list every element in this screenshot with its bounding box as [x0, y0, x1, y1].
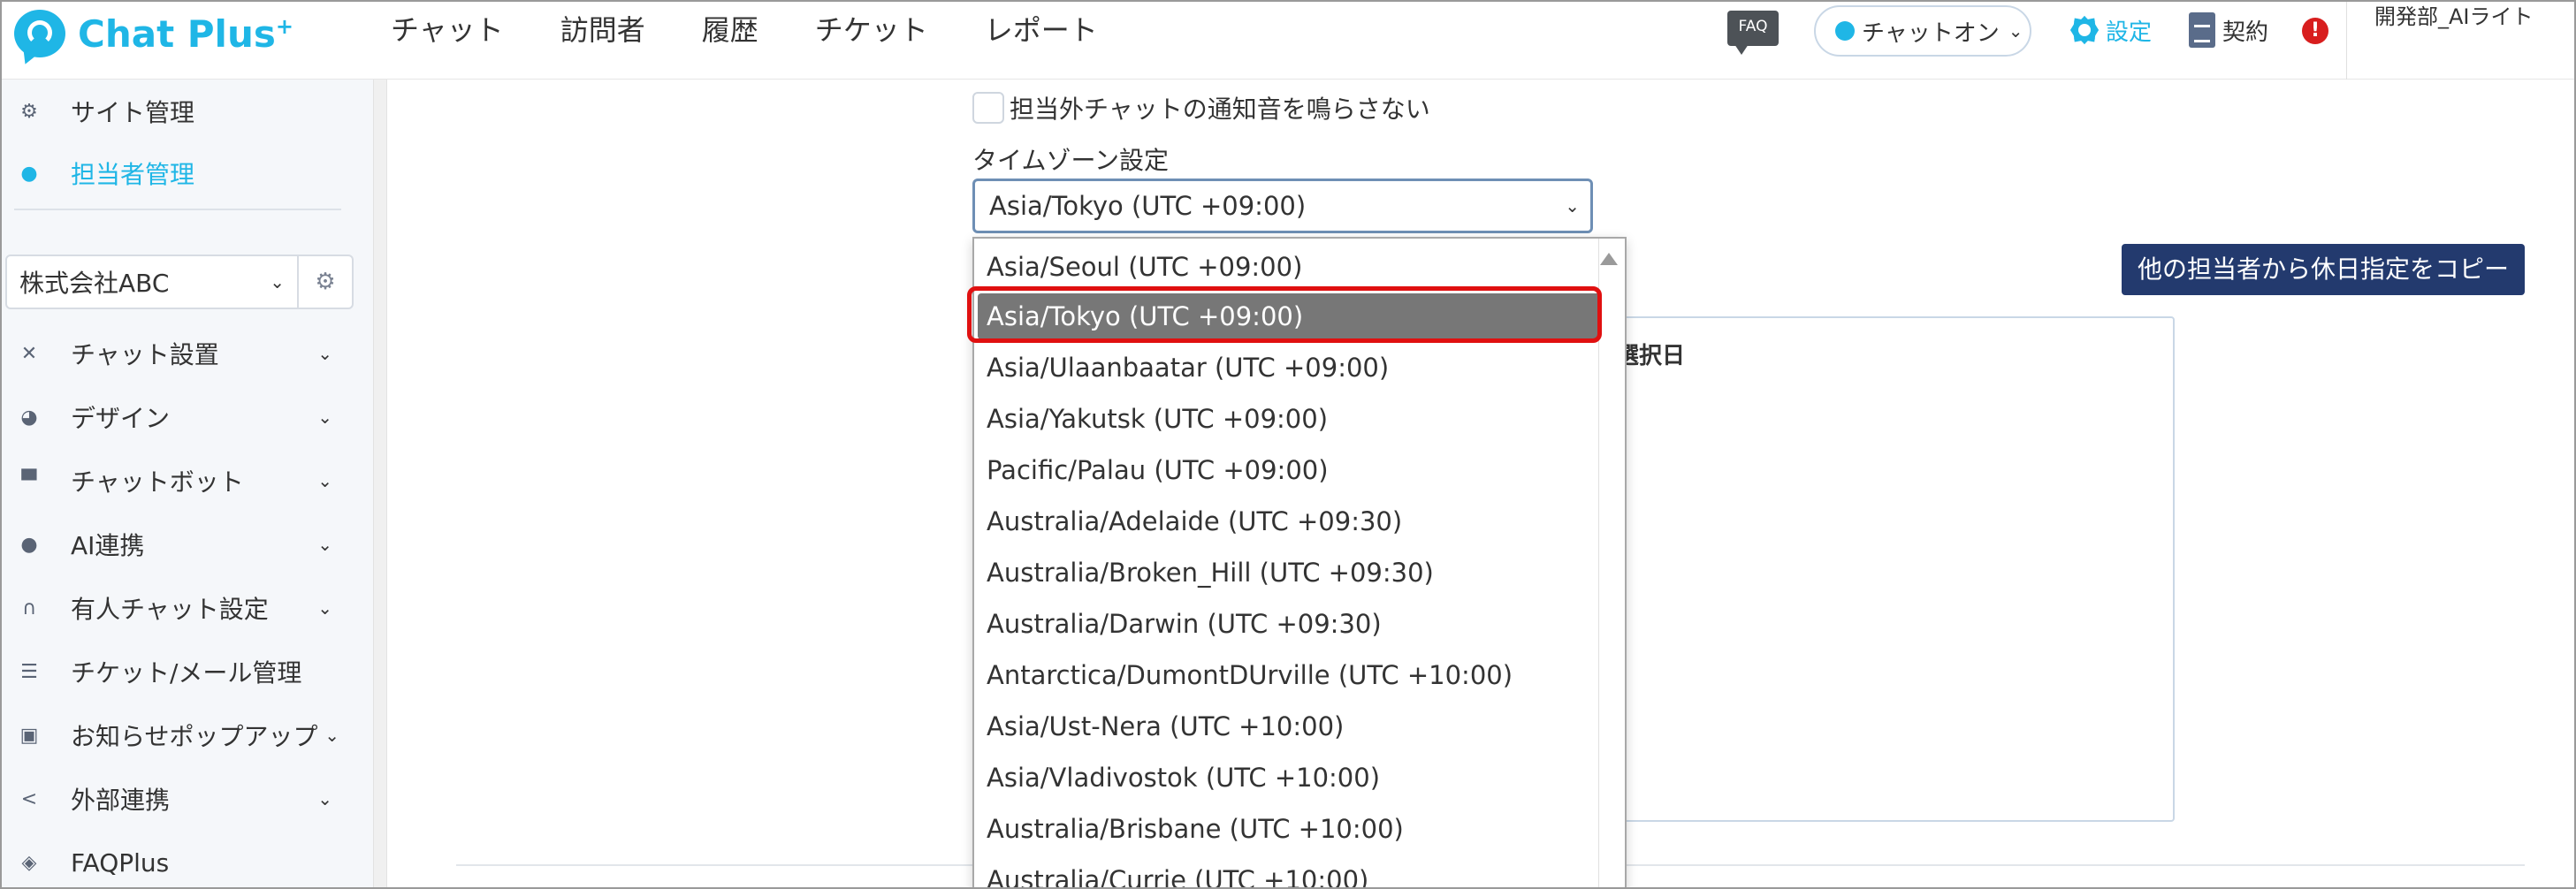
copy-holidays-button[interactable]: 他の担当者から休日指定をコピー [2122, 244, 2525, 295]
headset-icon: ∩ [21, 596, 37, 619]
scroll-up-arrow-icon[interactable] [1600, 253, 1618, 265]
faq-shield-icon: ◈ [21, 851, 37, 874]
nav-chat[interactable]: チャット [391, 9, 504, 51]
sidebar-item-label: 外部連携 [71, 786, 171, 815]
user-menu[interactable]: 開発部_AIライト [2374, 4, 2560, 30]
timezone-option[interactable]: Australia/Currie (UTC +10:00) [987, 857, 1368, 887]
timezone-option[interactable]: Asia/Yakutsk (UTC +09:00) [987, 396, 1328, 442]
timezone-select-value: Asia/Tokyo (UTC +09:00) [989, 191, 1307, 221]
chevron-down-icon: ⌄ [324, 725, 339, 746]
sidebar-item-live-chat-settings[interactable]: ∩ 有人チャット設定 ⌄ [2, 581, 364, 634]
company-select-value: 株式会社ABC [19, 269, 170, 298]
user-gear-icon: ● [20, 162, 38, 185]
chevron-down-icon: ⌄ [270, 271, 285, 293]
company-select[interactable]: 株式会社ABC ⌄ [5, 255, 299, 309]
sidebar-item-label: チャットボット [71, 467, 244, 497]
mute-notification-label: 担当外チャットの通知音を鳴らさない [1010, 95, 1430, 124]
sidebar-item-agent-management[interactable]: ● 担当者管理 [2, 147, 364, 200]
status-dot-icon [1835, 21, 1855, 41]
sidebar-item-label: チケット/メール管理 [71, 658, 302, 688]
sidebar-divider [14, 209, 341, 210]
logo-plus: + [275, 13, 293, 39]
sidebar: ⚙ サイト管理 ● 担当者管理 株式会社ABC ⌄ ⚙ ✕ チャット設置 ⌄ ◕… [2, 80, 373, 887]
sidebar-item-site-management[interactable]: ⚙ サイト管理 [2, 85, 364, 138]
company-settings-gear-icon[interactable]: ⚙ [299, 255, 354, 309]
holiday-calendar-panel [1620, 316, 2175, 822]
chevron-down-icon: ⌄ [317, 597, 332, 619]
sidebar-item-ticket-mail[interactable]: ☰ チケット/メール管理 [2, 645, 364, 698]
timezone-option[interactable]: Asia/Ust-Nera (UTC +10:00) [987, 703, 1344, 749]
settings-label: 設定 [2106, 19, 2153, 46]
contract-link[interactable]: 契約 [2189, 12, 2268, 48]
share-icon: < [20, 787, 38, 810]
sidebar-scrollbar[interactable] [373, 80, 387, 887]
chevron-down-icon: ⌄ [317, 407, 332, 428]
nav-history[interactable]: 履歴 [702, 9, 758, 51]
mute-notification-checkbox[interactable] [972, 92, 1004, 124]
brain-icon: ● [20, 533, 38, 556]
selected-option-highlight [967, 286, 1602, 343]
timezone-option[interactable]: Australia/Adelaide (UTC +09:30) [987, 498, 1402, 544]
timezone-label: タイムゾーン設定 [972, 146, 1170, 175]
chat-status-label: チャットオン [1862, 19, 2000, 47]
nav-visitors[interactable]: 訪問者 [560, 9, 645, 51]
timezone-option[interactable]: Asia/Seoul (UTC +09:00) [987, 244, 1302, 290]
list-icon: ☰ [20, 660, 38, 683]
contract-label: 契約 [2222, 19, 2269, 46]
sidebar-item-label: 担当者管理 [71, 160, 195, 189]
sidebar-item-chatbot[interactable]: ▀ チャットボット ⌄ [2, 454, 364, 507]
sidebar-item-faqplus[interactable]: ◈ FAQPlus [2, 836, 364, 887]
sidebar-item-label: サイト管理 [71, 98, 195, 127]
timezone-option[interactable]: Australia/Darwin (UTC +09:30) [987, 601, 1382, 647]
sidebar-item-label: お知らせポップアップ [71, 722, 318, 751]
sidebar-item-label: FAQPlus [71, 847, 170, 878]
nav-tickets[interactable]: チケット [815, 9, 928, 51]
chatplus-logo[interactable]: Chat Plus+ [14, 7, 293, 60]
sidebar-item-label: デザイン [71, 404, 171, 433]
sidebar-item-ai-integration[interactable]: ● AI連携 ⌄ [2, 518, 364, 571]
chevron-down-icon: ⌄ [317, 534, 332, 555]
sidebar-item-external-integration[interactable]: < 外部連携 ⌄ [2, 772, 364, 825]
sidebar-item-label: AI連携 [71, 531, 145, 560]
timezone-select[interactable]: Asia/Tokyo (UTC +09:00) ⌄ [972, 179, 1593, 233]
chevron-down-icon: ⌄ [317, 343, 332, 364]
sidebar-item-notice-popup[interactable]: ▣ お知らせポップアップ ⌄ [2, 709, 364, 762]
popup-icon: ▣ [19, 724, 39, 747]
timezone-option[interactable]: Australia/Brisbane (UTC +10:00) [987, 806, 1404, 852]
nav-reports[interactable]: レポート [985, 9, 1098, 51]
timezone-option[interactable]: Asia/Ulaanbaatar (UTC +09:00) [987, 345, 1389, 391]
sidebar-item-label: チャット設置 [71, 340, 219, 369]
dropdown-scrollbar[interactable] [1598, 239, 1623, 887]
timezone-option[interactable]: Pacific/Palau (UTC +09:00) [987, 447, 1329, 493]
chevron-down-icon: ⌄ [1565, 195, 1580, 217]
timezone-option[interactable]: Antarctica/DumontDUrville (UTC +10:00) [987, 652, 1513, 698]
mute-notification-option[interactable]: 担当外チャットの通知音を鳴らさない [972, 90, 1430, 125]
sidebar-item-design[interactable]: ◕ デザイン ⌄ [2, 391, 364, 444]
header-divider [2346, 2, 2347, 80]
settings-link[interactable]: 設定 [2067, 12, 2152, 48]
timezone-option[interactable]: Asia/Vladivostok (UTC +10:00) [987, 755, 1380, 801]
document-icon [2189, 12, 2215, 48]
gear-icon [2067, 12, 2102, 48]
gear-icon: ⚙ [20, 100, 38, 123]
chevron-down-icon: ⌄ [2008, 20, 2023, 42]
app-window: Chat Plus+ チャット 訪問者 履歴 チケット レポート FAQ チャッ… [0, 0, 2576, 889]
timezone-option[interactable]: Australia/Broken_Hill (UTC +09:30) [987, 550, 1434, 596]
logo-bubble-icon [14, 10, 65, 57]
main-nav: チャット 訪問者 履歴 チケット レポート [391, 9, 1155, 51]
faq-icon[interactable]: FAQ [1727, 11, 1779, 55]
chevron-down-icon: ⌄ [317, 470, 332, 491]
sidebar-item-label: 有人チャット設定 [71, 595, 269, 624]
chat-status-dropdown[interactable]: チャットオン ⌄ [1814, 5, 2031, 57]
top-header: Chat Plus+ チャット 訪問者 履歴 チケット レポート FAQ チャッ… [2, 2, 2574, 80]
chat-icon: ▀ [21, 469, 37, 492]
alert-icon[interactable]: ! [2302, 18, 2328, 44]
chevron-down-icon: ⌄ [317, 788, 332, 809]
logo-text: Chat Plus [78, 11, 276, 56]
palette-icon: ◕ [20, 406, 38, 429]
sidebar-item-chat-install[interactable]: ✕ チャット設置 ⌄ [2, 327, 364, 380]
tools-icon: ✕ [20, 342, 38, 365]
